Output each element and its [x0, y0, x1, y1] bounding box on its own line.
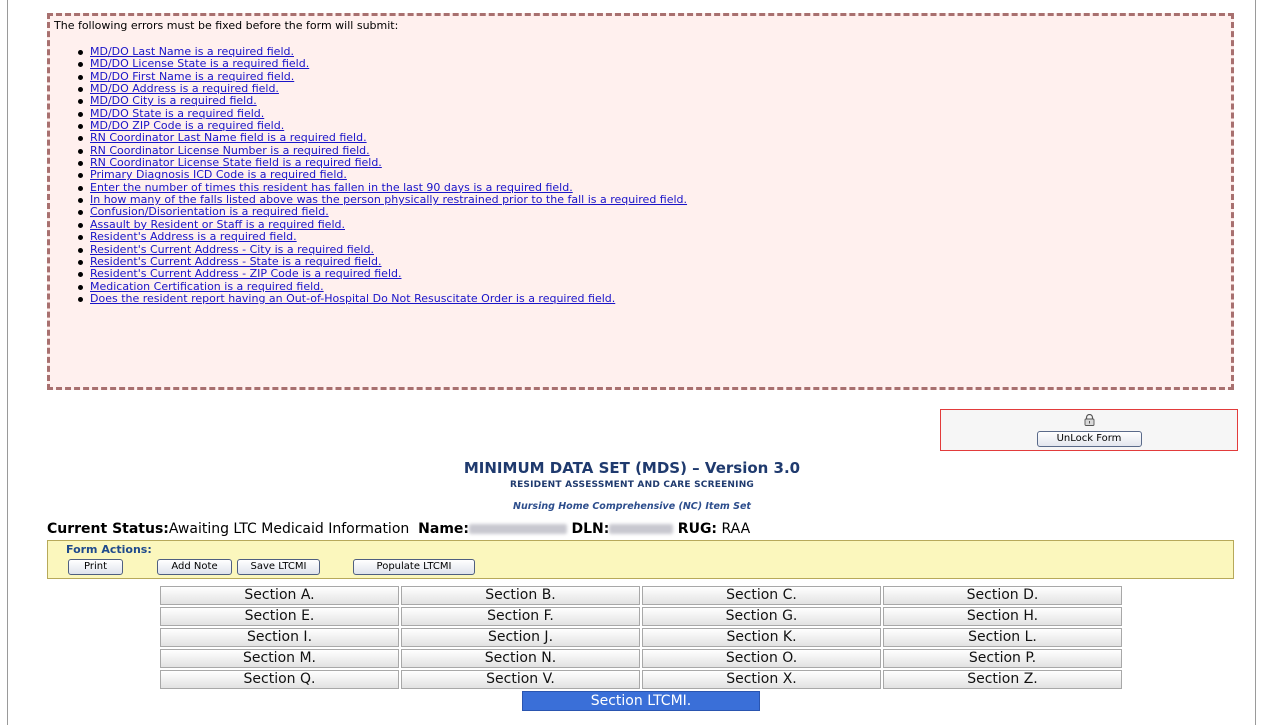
name-label: Name:	[418, 521, 470, 537]
error-link[interactable]: Resident's Current Address - City is a r…	[90, 243, 374, 256]
error-link[interactable]: Resident's Current Address - State is a …	[90, 255, 382, 268]
error-list: MD/DO Last Name is a required field. MD/D…	[54, 45, 1227, 305]
section-button[interactable]: Section H.	[883, 607, 1122, 626]
bullet-icon	[78, 99, 83, 105]
populate-ltcmi-button[interactable]: Populate LTCMI	[353, 559, 475, 575]
section-button[interactable]: Section C.	[642, 586, 881, 605]
add-note-button[interactable]: Add Note	[157, 559, 232, 575]
bullet-icon	[78, 296, 83, 302]
bullet-icon	[78, 124, 83, 130]
resident-name-redacted	[469, 524, 568, 534]
bullet-icon	[78, 136, 83, 142]
section-button[interactable]: Section Q.	[160, 670, 399, 689]
form-actions-bar: Form Actions: Print Add Note Save LTCMI …	[47, 540, 1234, 579]
page-frame-right	[1255, 0, 1256, 725]
section-button[interactable]: Section K.	[642, 628, 881, 647]
section-button[interactable]: Section N.	[401, 649, 640, 668]
rug-label: RUG:	[677, 521, 718, 537]
status-label: Current Status:	[47, 521, 169, 537]
bullet-icon	[78, 148, 83, 154]
error-link[interactable]: Resident's Current Address - ZIP Code is…	[90, 267, 401, 280]
bullet-icon	[78, 259, 83, 265]
bullet-icon	[78, 222, 83, 228]
bullet-icon	[78, 62, 83, 68]
section-button[interactable]: Section M.	[160, 649, 399, 668]
error-link[interactable]: MD/DO First Name is a required field.	[90, 70, 294, 83]
section-button[interactable]: Section D.	[883, 586, 1122, 605]
error-link[interactable]: Confusion/Disorientation is a required f…	[90, 205, 329, 218]
section-button[interactable]: Section Z.	[883, 670, 1122, 689]
section-ltcmi-tab[interactable]: Section LTCMI.	[522, 691, 760, 711]
bullet-icon	[78, 284, 83, 290]
section-button[interactable]: Section P.	[883, 649, 1122, 668]
error-item: Does the resident report having an Out-o…	[78, 292, 1227, 305]
error-link[interactable]: RN Coordinator License State field is a …	[90, 156, 382, 169]
dln-label: DLN:	[571, 521, 610, 537]
form-actions-label: Form Actions:	[66, 543, 152, 556]
bullet-icon	[78, 173, 83, 179]
status-line: Current Status:Awaiting LTC Medicaid Inf…	[47, 520, 750, 538]
page-title: MINIMUM DATA SET (MDS) – Version 3.0	[463, 459, 801, 477]
save-ltcmi-button[interactable]: Save LTCMI	[237, 559, 320, 575]
lock-icon	[1084, 414, 1094, 426]
print-button[interactable]: Print	[68, 559, 123, 575]
error-link[interactable]: Does the resident report having an Out-o…	[90, 292, 615, 305]
bullet-icon	[78, 50, 83, 55]
error-intro: The following errors must be fixed befor…	[54, 19, 399, 32]
bullet-icon	[78, 161, 83, 167]
error-item: MD/DO Address is a required field.	[78, 82, 1227, 95]
section-button[interactable]: Section G.	[642, 607, 881, 626]
rug-value: RAA	[721, 521, 751, 537]
bullet-icon	[78, 185, 83, 191]
section-button[interactable]: Section I.	[160, 628, 399, 647]
bullet-icon	[78, 87, 83, 93]
bullet-icon	[78, 247, 83, 253]
page-frame-left	[7, 0, 8, 725]
error-link[interactable]: Enter the number of times this resident …	[90, 181, 573, 194]
section-button[interactable]: Section F.	[401, 607, 640, 626]
bullet-icon	[78, 235, 83, 241]
section-button[interactable]: Section V.	[401, 670, 640, 689]
item-set-title: Nursing Home Comprehensive (NC) Item Set	[513, 501, 751, 512]
error-link[interactable]: MD/DO ZIP Code is a required field.	[90, 119, 284, 132]
bullet-icon	[78, 74, 83, 80]
error-link[interactable]: MD/DO State is a required field.	[90, 107, 264, 120]
dln-redacted	[609, 524, 674, 534]
page-subtitle: RESIDENT ASSESSMENT AND CARE SCREENING	[509, 480, 755, 490]
error-link[interactable]: Resident's Address is a required field.	[90, 230, 297, 243]
error-link[interactable]: MD/DO City is a required field.	[90, 94, 257, 107]
error-link[interactable]: Primary Diagnosis ICD Code is a required…	[90, 168, 347, 181]
section-button[interactable]: Section J.	[401, 628, 640, 647]
error-link[interactable]: Medication Certification is a required f…	[90, 280, 324, 293]
section-button[interactable]: Section B.	[401, 586, 640, 605]
section-button[interactable]: Section A.	[160, 586, 399, 605]
bullet-icon	[78, 111, 83, 117]
section-button[interactable]: Section O.	[642, 649, 881, 668]
section-button[interactable]: Section L.	[883, 628, 1122, 647]
bullet-icon	[78, 198, 83, 204]
error-link[interactable]: Assault by Resident or Staff is a requir…	[90, 218, 345, 231]
unlock-form-button[interactable]: UnLock Form	[1036, 431, 1142, 447]
bullet-icon	[78, 210, 83, 216]
error-summary: The following errors must be fixed befor…	[47, 13, 1234, 390]
error-link[interactable]: MD/DO Last Name is a required field.	[90, 45, 294, 58]
error-link[interactable]: MD/DO Address is a required field.	[90, 82, 279, 95]
section-button[interactable]: Section E.	[160, 607, 399, 626]
section-button[interactable]: Section X.	[642, 670, 881, 689]
section-nav: Section A. Section B. Section C. Section D.…	[160, 586, 1124, 689]
status-value: Awaiting LTC Medicaid Information	[168, 521, 410, 537]
error-link[interactable]: RN Coordinator License Number is a requi…	[90, 144, 370, 157]
error-link[interactable]: MD/DO License State is a required field.	[90, 57, 309, 70]
bullet-icon	[78, 272, 83, 278]
error-link[interactable]: RN Coordinator Last Name field is a requ…	[90, 131, 367, 144]
error-link[interactable]: In how many of the falls listed above wa…	[90, 193, 687, 206]
unlock-panel: UnLock Form	[940, 409, 1238, 451]
